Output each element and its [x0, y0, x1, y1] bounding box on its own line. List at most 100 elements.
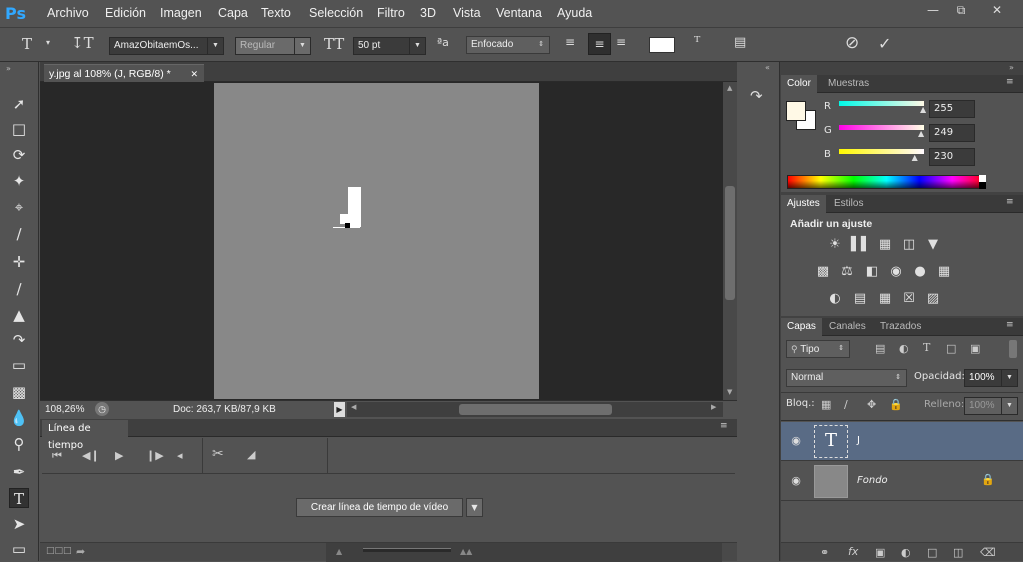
text-anchor-handle[interactable] — [345, 223, 350, 228]
menu-seleccion[interactable]: Selección — [309, 6, 363, 20]
convert-arrow-icon[interactable]: ➦ — [76, 545, 85, 558]
selective-color-icon[interactable]: ☒ — [900, 291, 918, 307]
white-swatch[interactable] — [979, 175, 986, 182]
canvas-area[interactable]: J — [40, 82, 723, 400]
eye-icon[interactable]: ◉ — [789, 474, 803, 488]
panel-menu-icon[interactable]: ≡ — [720, 421, 728, 431]
invert-icon[interactable]: ◐ — [826, 291, 844, 307]
new-adjustment-layer-icon[interactable]: ◐ — [901, 546, 911, 559]
channel-mixer-icon[interactable]: ● — [911, 264, 929, 280]
opacity-field[interactable]: 100% ▼ — [964, 369, 1018, 387]
menu-capa[interactable]: Capa — [218, 6, 248, 20]
pen-tool-icon[interactable]: ✒ — [9, 462, 29, 482]
lock-pixels-icon[interactable]: ∕ — [844, 398, 848, 411]
tab-swatches[interactable]: Muestras — [822, 75, 875, 93]
gradient-map-icon[interactable]: ▨ — [924, 291, 942, 307]
tab-color[interactable]: Color — [781, 75, 817, 93]
red-value-field[interactable]: 255 — [929, 100, 975, 118]
scroll-right-icon[interactable]: ▶ — [711, 403, 716, 411]
document-canvas[interactable]: J — [214, 83, 539, 399]
layer-row-text[interactable]: ◉ T J — [781, 422, 1023, 461]
move-tool-icon[interactable]: ➚ — [9, 94, 29, 114]
scroll-up-icon[interactable]: ▲ — [727, 84, 732, 92]
filter-type-icon[interactable]: T — [923, 341, 930, 354]
green-value-field[interactable]: 249 — [929, 124, 975, 142]
close-tab-icon[interactable]: ✕ — [190, 65, 198, 83]
text-color-swatch[interactable] — [649, 37, 675, 53]
brush-tool-icon[interactable]: ∕ — [9, 279, 29, 299]
close-window-icon[interactable]: ✕ — [985, 2, 1009, 18]
zoom-level[interactable]: 108,26% — [45, 404, 84, 415]
font-size-select[interactable]: 50 pt ▼ — [353, 37, 426, 55]
crop-tool-icon[interactable]: ⌖ — [9, 197, 29, 217]
vibrance-icon[interactable]: ▼ — [924, 237, 942, 253]
photo-filter-icon[interactable]: ◉ — [887, 264, 905, 280]
filter-toggle[interactable] — [1009, 340, 1017, 358]
threshold-icon[interactable]: ▦ — [876, 291, 894, 307]
tab-channels[interactable]: Canales — [823, 318, 872, 336]
align-left-icon[interactable]: ≡ — [565, 35, 575, 49]
status-menu-arrow-icon[interactable]: ▶ — [334, 402, 345, 417]
black-swatch[interactable] — [979, 182, 986, 189]
healing-brush-tool-icon[interactable]: ✛ — [9, 252, 29, 272]
color-lookup-icon[interactable]: ▦ — [935, 264, 953, 280]
menu-texto[interactable]: Texto — [261, 6, 291, 20]
document-tab[interactable]: y.jpg al 108% (J, RGB/8) * ✕ — [44, 64, 204, 82]
scroll-down-icon[interactable]: ▼ — [727, 388, 732, 396]
type-tool-icon[interactable]: T — [9, 488, 29, 508]
next-frame-icon[interactable]: ❙▶ — [146, 449, 164, 462]
vertical-scrollbar[interactable]: ▲ ▼ — [723, 82, 737, 400]
align-center-icon[interactable]: ≡ — [588, 33, 611, 55]
collapse-arrows-icon[interactable]: « — [765, 63, 770, 72]
character-panel-icon[interactable]: ▤ — [734, 35, 746, 50]
menu-filtro[interactable]: Filtro — [377, 6, 405, 20]
filter-smart-object-icon[interactable]: ▣ — [970, 342, 980, 355]
restore-icon[interactable]: ⧉ — [949, 2, 973, 18]
delete-layer-icon[interactable]: ⌫ — [980, 546, 996, 559]
posterize-icon[interactable]: ▤ — [851, 291, 869, 307]
red-slider[interactable] — [839, 101, 924, 106]
horizontal-scroll-thumb[interactable] — [459, 404, 612, 415]
filter-adjustment-icon[interactable]: ◐ — [899, 342, 909, 355]
tab-layers[interactable]: Capas — [781, 318, 822, 336]
zoom-in-icon[interactable]: ▲▲ — [460, 547, 472, 556]
menu-ayuda[interactable]: Ayuda — [557, 6, 592, 20]
previous-frame-icon[interactable]: ◀❙ — [82, 449, 100, 462]
blur-tool-icon[interactable]: 💧 — [9, 408, 29, 428]
eye-icon[interactable]: ◉ — [789, 434, 803, 448]
expand-arrows-icon[interactable]: » — [1009, 63, 1014, 72]
eraser-tool-icon[interactable]: ▭ — [9, 355, 29, 375]
commit-check-icon[interactable]: ✓ — [878, 34, 891, 53]
play-icon[interactable]: ▶ — [115, 449, 123, 462]
curves-icon[interactable]: ▦ — [876, 237, 894, 253]
lock-all-icon[interactable]: 🔒 — [889, 398, 903, 411]
add-mask-icon[interactable]: ▣ — [875, 546, 885, 559]
color-spectrum-bar[interactable] — [787, 175, 986, 189]
new-group-icon[interactable]: □ — [927, 546, 937, 559]
menu-archivo[interactable]: Archivo — [47, 6, 89, 20]
align-right-icon[interactable]: ≡ — [616, 35, 626, 49]
font-family-select[interactable]: AmazObitaemOs... ▼ — [109, 37, 224, 55]
history-panel-icon[interactable]: ↷ — [750, 87, 763, 105]
antialias-select[interactable]: Enfocado ⇕ — [466, 36, 550, 54]
layer-filter-select[interactable]: ⚲ Tipo ⇕ — [786, 340, 850, 358]
green-slider[interactable] — [839, 125, 924, 130]
history-brush-tool-icon[interactable]: ↷ — [9, 330, 29, 350]
menu-edicion[interactable]: Edición — [105, 6, 146, 20]
link-layers-icon[interactable]: ⚭ — [820, 546, 829, 559]
new-layer-icon[interactable]: ◫ — [953, 546, 963, 559]
layer-name[interactable]: Fondo — [857, 475, 888, 486]
filter-pixel-icon[interactable]: ▤ — [875, 342, 885, 355]
path-selection-tool-icon[interactable]: ➤ — [9, 514, 29, 534]
brightness-contrast-icon[interactable]: ☀ — [826, 237, 844, 253]
status-clock-icon[interactable]: ◷ — [95, 402, 109, 416]
preset-arrow-icon[interactable]: ▾ — [46, 38, 50, 47]
toggle-orientation-icon[interactable]: ↧T — [71, 34, 94, 52]
marquee-tool-icon[interactable]: □ — [9, 119, 29, 139]
clone-stamp-tool-icon[interactable]: ▲ — [9, 305, 29, 325]
warp-text-icon[interactable]: ᵀ — [694, 33, 700, 51]
transition-icon[interactable]: ◢ — [247, 448, 255, 461]
panel-menu-icon[interactable]: ≡ — [1006, 197, 1014, 207]
scroll-left-icon[interactable]: ◀ — [351, 403, 356, 411]
blend-mode-select[interactable]: Normal ⇕ — [786, 369, 907, 387]
